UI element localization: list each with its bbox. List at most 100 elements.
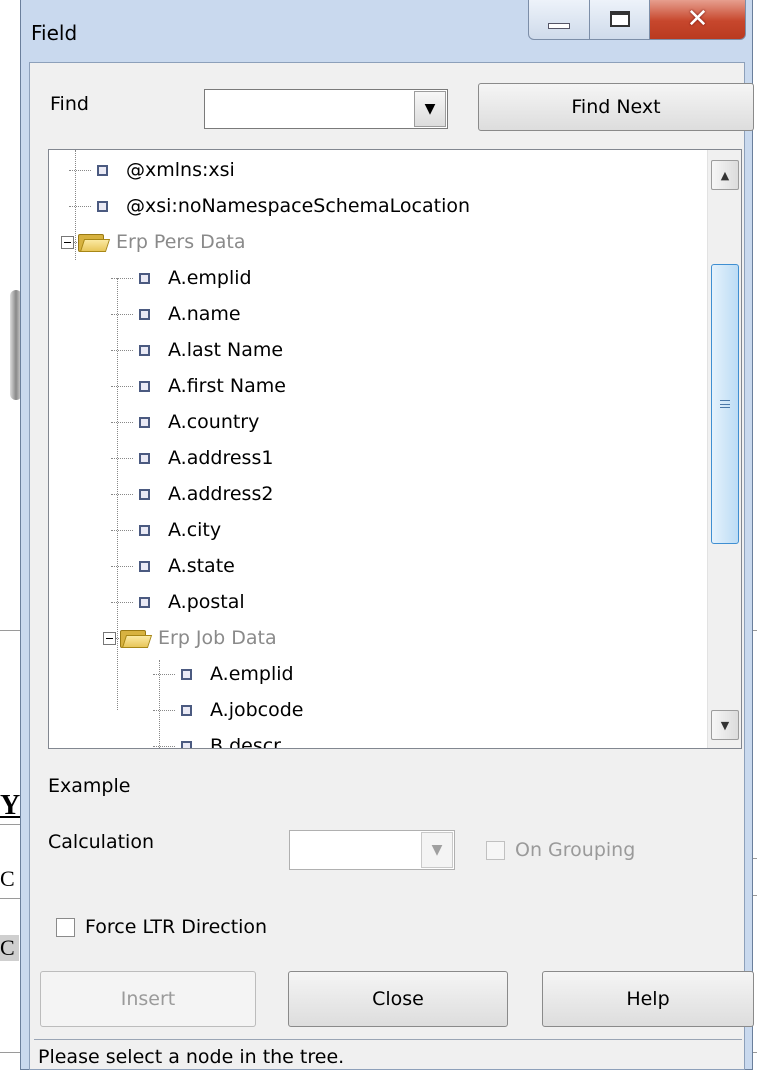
window-title: Field [31,21,78,45]
tree-leaf-node[interactable]: A.emplid [139,260,252,296]
tree-node-label: A.postal [168,591,245,613]
tree-leaf-node[interactable]: A.address2 [139,476,273,512]
background-rule [0,1052,22,1053]
field-node-icon [181,704,192,716]
tree-connector [111,386,133,387]
minimize-button[interactable] [528,0,590,40]
tree-leaf-node[interactable]: A.address1 [139,440,273,476]
scroll-down-button[interactable]: ▼ [711,710,739,740]
scroll-down-icon: ▼ [720,718,730,732]
find-label: Find [50,93,89,115]
minimize-icon [548,23,570,29]
tree-guide-line [117,278,118,710]
tree-folder-node[interactable]: Erp Job Data [103,620,277,656]
field-node-icon [97,164,108,176]
status-text: Please select a node in the tree. [38,1046,345,1067]
folder-open-icon [120,627,153,649]
field-node-icon [139,560,150,572]
tree-leaf-node[interactable]: @xmlns:xsi [97,152,235,188]
folder-open-icon [78,231,111,253]
tree-node-label: A.state [168,555,235,577]
tree-leaf-node[interactable]: A.name [139,296,241,332]
find-combobox[interactable]: ▼ [204,89,448,129]
chevron-down-icon: ▼ [431,842,443,858]
field-node-icon [139,416,150,428]
tree-leaf-node[interactable]: B.descr [181,728,281,749]
field-node-icon [139,524,150,536]
field-node-icon [139,380,150,392]
force-ltr-checkbox-box[interactable] [56,917,75,937]
chevron-down-icon: ▼ [424,101,436,117]
tree-node-label: B.descr [210,735,281,749]
field-node-icon [139,272,150,284]
tree-guide-line [159,660,160,748]
tree-connector [111,566,133,567]
field-node-icon [181,740,192,748]
find-dropdown-button[interactable]: ▼ [414,91,446,127]
tree-leaf-node[interactable]: A.country [139,404,259,440]
field-node-icon [97,200,108,212]
scroll-up-icon: ▲ [720,168,730,182]
tree-connector [111,278,133,279]
caption-buttons: ✕ [528,0,746,40]
tree-node-label: A.emplid [210,663,294,685]
background-rule [0,630,22,631]
find-next-button[interactable]: Find Next [478,83,754,131]
on-grouping-label: On Grouping [515,839,636,861]
tree-node-label: @xmlns:xsi [126,159,235,181]
maximize-button[interactable] [590,0,650,40]
insert-button[interactable]: Insert [40,971,256,1027]
tree-connector [153,710,175,711]
force-ltr-checkbox[interactable]: Force LTR Direction [56,916,267,938]
tree-leaf-node[interactable]: A.first Name [139,368,286,404]
close-icon: ✕ [686,4,709,34]
field-node-icon [139,488,150,500]
field-node-icon [139,344,150,356]
tree-node-label: Erp Pers Data [116,231,246,253]
close-window-button[interactable]: ✕ [650,0,746,40]
tree-folder-node[interactable]: Erp Pers Data [61,224,246,260]
tree-leaf-node[interactable]: A.jobcode [181,692,304,728]
tree-node-label: A.address1 [168,447,274,469]
help-button[interactable]: Help [542,971,754,1027]
on-grouping-checkbox[interactable]: On Grouping [486,839,635,861]
background-rule [0,898,22,899]
tree-connector [153,674,175,675]
tree-leaf-node[interactable]: A.emplid [181,656,294,692]
field-node-icon [139,596,150,608]
tree-leaf-node[interactable]: A.last Name [139,332,283,368]
grip-icon [720,400,730,408]
title-bar[interactable]: Field ✕ [21,0,752,62]
tree-leaf-node[interactable]: A.postal [139,584,245,620]
tree-leaf-node[interactable]: A.state [139,548,235,584]
tree-connector [153,746,175,747]
tree-node-label: A.jobcode [210,699,304,721]
collapse-icon[interactable] [61,235,74,249]
maximize-icon [609,11,630,27]
tree-node-label: A.address2 [168,483,274,505]
field-tree[interactable]: @xmlns:xsi @xsi:noNamespaceSchemaLocation… [48,149,742,749]
calculation-combobox[interactable]: ▼ [289,830,455,870]
tree-connector [111,530,133,531]
tree-node-label: A.first Name [168,375,286,397]
close-button[interactable]: Close [288,971,508,1027]
on-grouping-checkbox-box[interactable] [486,840,505,860]
tree-guide-line [75,150,76,260]
tree-node-label: A.emplid [168,267,252,289]
tree-node-label: @xsi:noNamespaceSchemaLocation [126,195,471,217]
scroll-up-button[interactable]: ▲ [711,160,739,190]
background-text-fragment: Y [0,790,21,821]
tree-node-label: A.last Name [168,339,284,361]
field-dialog: Field ✕ Find ▼ Find Next @xmlns:xsi @xsi:… [20,0,754,1070]
calculation-dropdown-button[interactable]: ▼ [421,832,453,868]
status-bar: Please select a node in the tree. [34,1039,742,1067]
dialog-client-area: Find ▼ Find Next @xmlns:xsi @xsi:noNamesp… [29,62,754,1070]
background-text-fragment: C [0,935,19,961]
scroll-thumb[interactable] [711,264,739,544]
tree-leaf-node[interactable]: A.city [139,512,221,548]
collapse-icon[interactable] [103,631,116,645]
tree-node-label: A.country [168,411,260,433]
tree-leaf-node[interactable]: @xsi:noNamespaceSchemaLocation [97,188,470,224]
tree-vertical-scrollbar[interactable]: ▲ ▼ [707,150,741,748]
tree-connector [111,314,133,315]
